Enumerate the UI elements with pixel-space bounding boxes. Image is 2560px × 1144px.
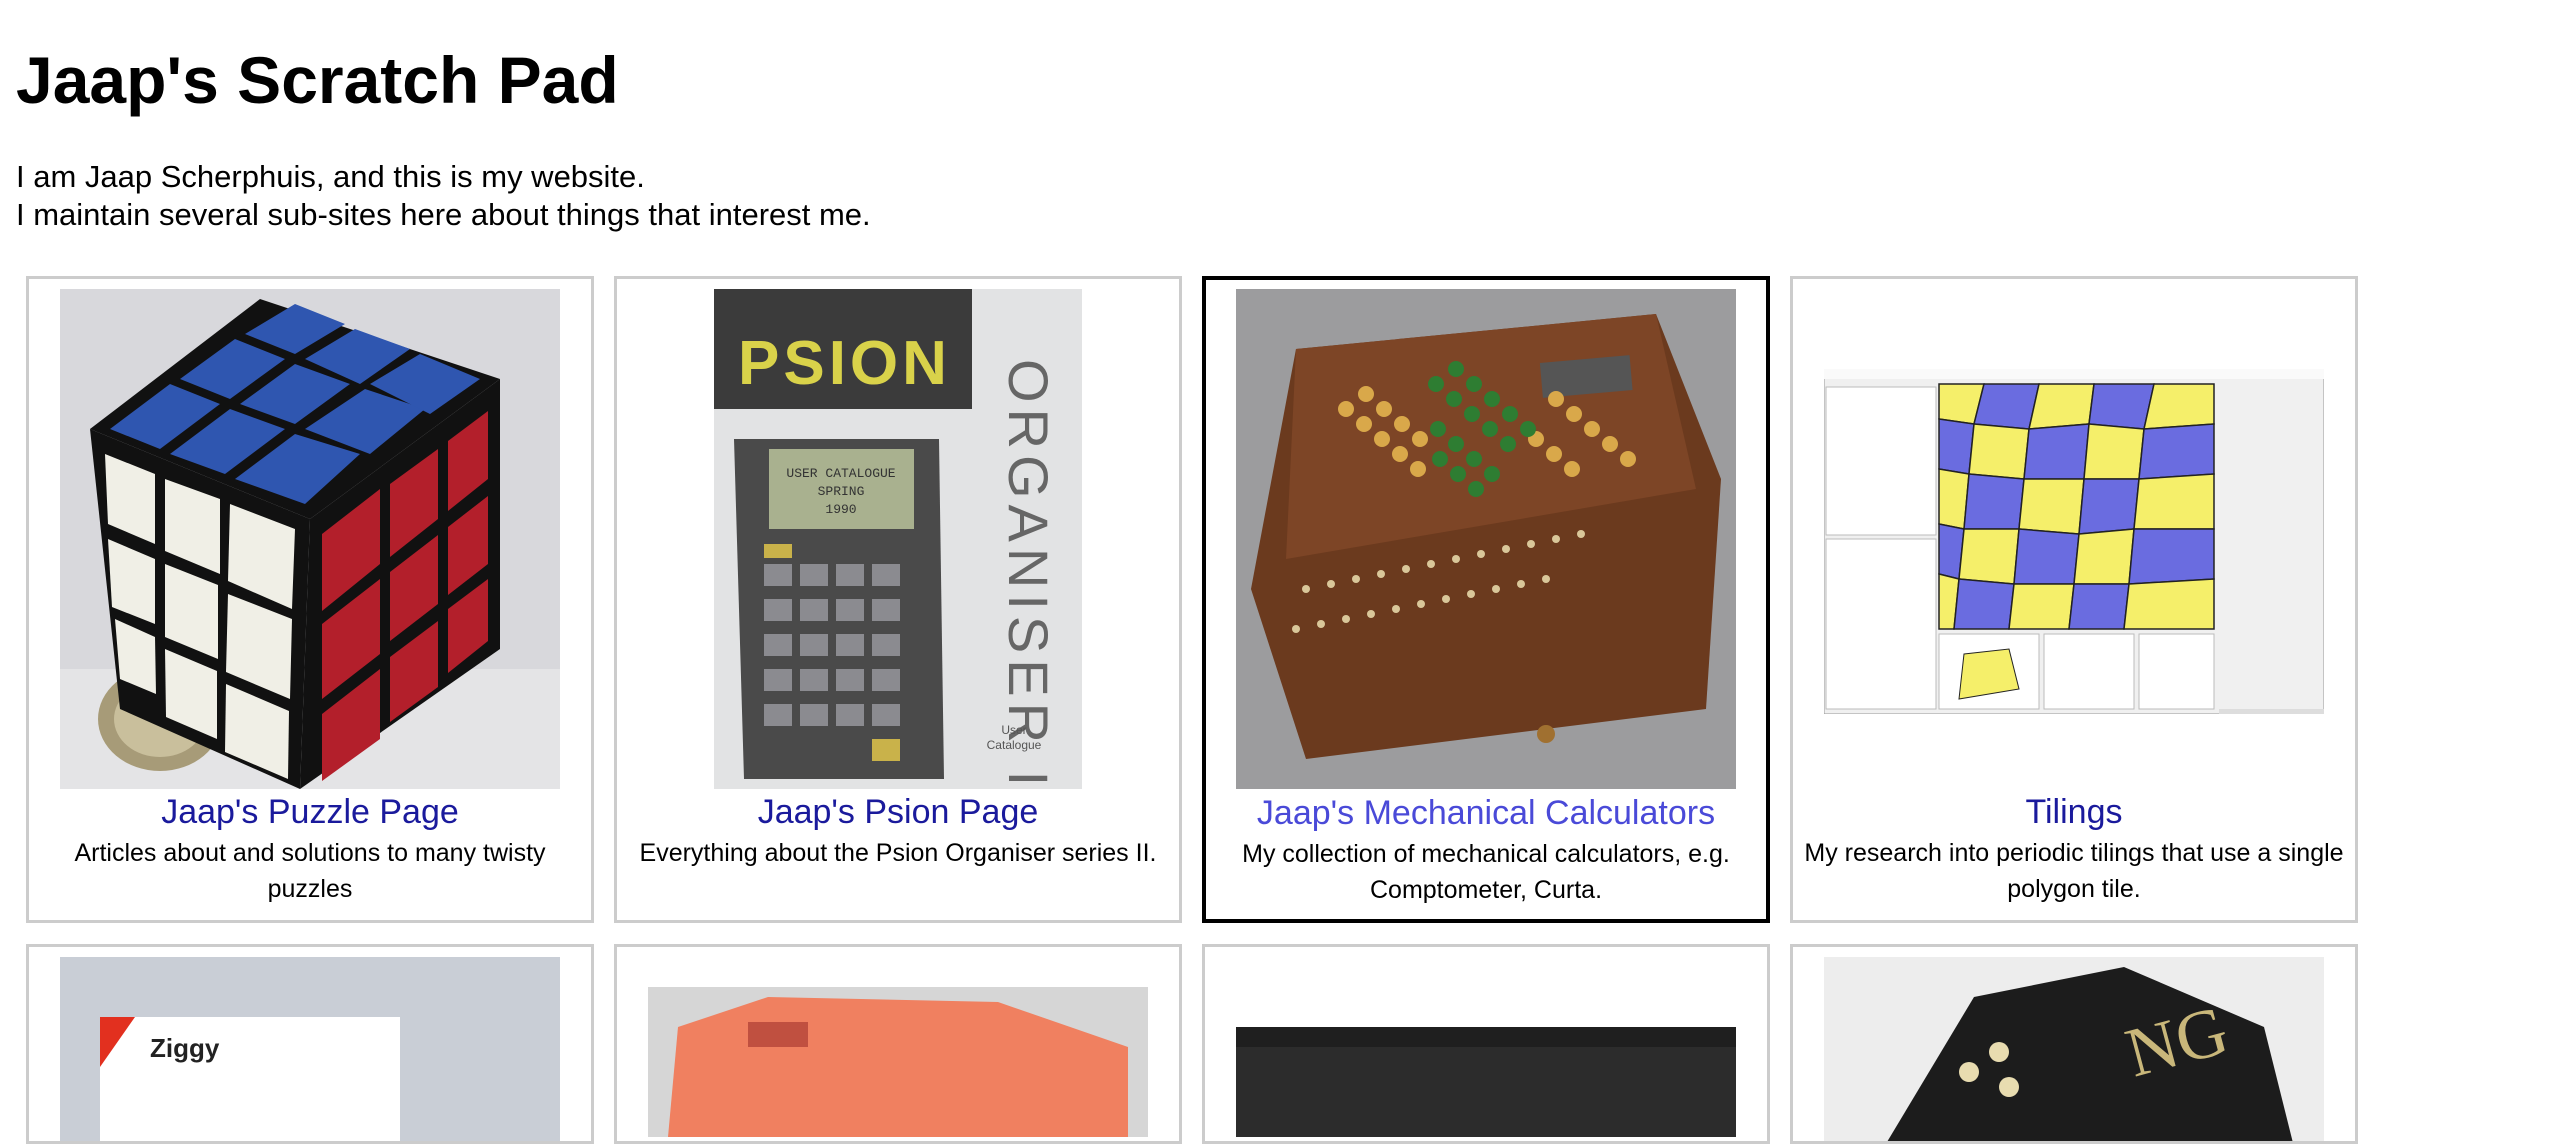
orange-device-image[interactable]	[648, 987, 1148, 1137]
tilings-app-image[interactable]	[1824, 369, 2324, 714]
svg-text:Ziggy: Ziggy	[150, 1033, 220, 1063]
intro-line-2: I maintain several sub-sites here about …	[16, 197, 871, 232]
card-row2-4[interactable]: NG	[1790, 944, 2358, 1144]
rubiks-cube-image[interactable]	[60, 289, 560, 789]
card-description: My collection of mechanical calculators,…	[1242, 840, 1730, 904]
card-title[interactable]: Jaap's Mechanical Calculators	[1206, 793, 1766, 833]
intro-text: I am Jaap Scherphuis, and this is my web…	[16, 158, 871, 234]
card-description: Everything about the Psion Organiser ser…	[639, 839, 1157, 867]
tilings-app-image-svg	[1824, 369, 2324, 714]
engraved-die-image[interactable]: NG	[1824, 957, 2324, 1141]
card-title[interactable]: Jaap's Puzzle Page	[29, 792, 591, 832]
svg-text:Catalogue: Catalogue	[987, 738, 1042, 752]
dark-panel-image-svg	[1236, 1027, 1736, 1137]
card-row2-2[interactable]	[614, 944, 1182, 1144]
svg-text:PSION: PSION	[738, 329, 951, 398]
page-title: Jaap's Scratch Pad	[16, 43, 619, 117]
card-tilings[interactable]: Tilings My research into periodic tiling…	[1790, 276, 2358, 923]
svg-text:1990: 1990	[825, 502, 856, 517]
svg-text:User: User	[1001, 723, 1026, 737]
intro-line-1: I am Jaap Scherphuis, and this is my web…	[16, 159, 645, 194]
rubiks-cube-image-svg	[60, 289, 560, 789]
card-psion-page[interactable]: PSION ORGANISER II USER CATALOGUE SPRING…	[614, 276, 1182, 923]
ziggy-package-image[interactable]: Ziggy	[60, 957, 560, 1141]
mechanical-calculator-image[interactable]	[1236, 289, 1736, 789]
psion-organiser-image-svg: PSION ORGANISER II USER CATALOGUE SPRING…	[714, 289, 1082, 789]
svg-text:USER CATALOGUE: USER CATALOGUE	[786, 466, 895, 481]
psion-organiser-image[interactable]: PSION ORGANISER II USER CATALOGUE SPRING…	[714, 289, 1082, 789]
card-row2-1[interactable]: Ziggy	[26, 944, 594, 1144]
card-mechanical-calculators[interactable]: Jaap's Mechanical Calculators My collect…	[1202, 276, 1770, 923]
card-title[interactable]: Tilings	[1793, 792, 2355, 832]
card-puzzle-page[interactable]: Jaap's Puzzle Page Articles about and so…	[26, 276, 594, 923]
ziggy-package-image-svg: Ziggy	[60, 957, 560, 1141]
mechanical-calculator-image-svg	[1236, 289, 1736, 789]
svg-text:SPRING: SPRING	[818, 484, 865, 499]
orange-device-image-svg	[648, 987, 1148, 1137]
card-row2-3[interactable]	[1202, 944, 1770, 1144]
card-description: My research into periodic tilings that u…	[1804, 839, 2344, 903]
card-title[interactable]: Jaap's Psion Page	[617, 792, 1179, 832]
card-description: Articles about and solutions to many twi…	[74, 839, 546, 903]
engraved-die-image-svg: NG	[1824, 957, 2324, 1141]
dark-panel-image[interactable]	[1236, 1027, 1736, 1137]
